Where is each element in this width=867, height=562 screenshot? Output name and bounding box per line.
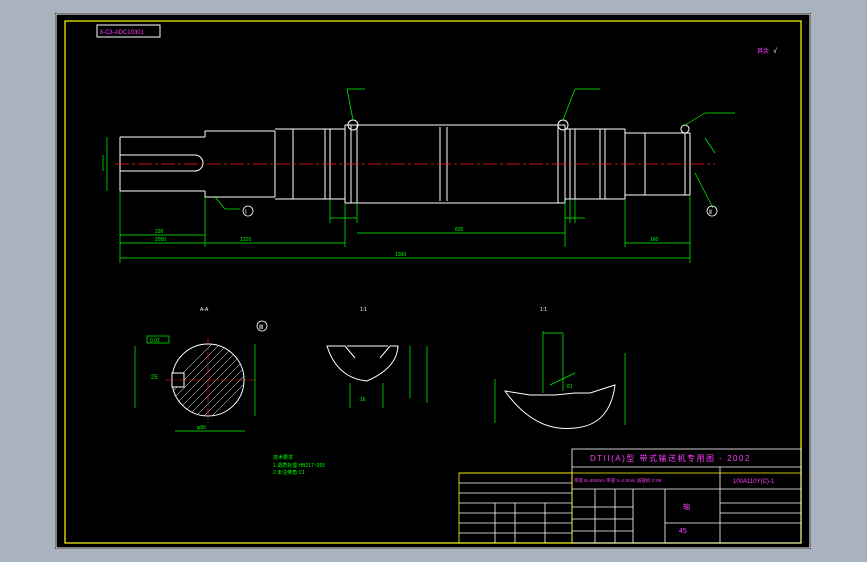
- section-b-view: [326, 345, 428, 408]
- dim-keyway-depth: 25: [151, 375, 158, 381]
- tech-title: 技术要求: [273, 454, 293, 461]
- drawing-border: [64, 20, 802, 544]
- dim-left-journal: 230: [155, 229, 164, 235]
- spec-line: 带宽 B=650mm 带速 V=2.0m/s 减速机 0.2M: [574, 477, 662, 484]
- product-title: DTII(A)型 带式输送机专用图 - 2002: [590, 453, 751, 463]
- datum-balloons: [242, 205, 718, 332]
- roughness-symbol: √: [773, 47, 777, 55]
- dimension-lines: [102, 88, 735, 263]
- section-b-title: 1:1: [360, 307, 367, 313]
- datum-3-label: Ⅲ: [259, 325, 263, 331]
- code-box-text: Ⅱ-C3-ADC10301: [100, 30, 145, 36]
- drawing-canvas: Ⅱ-C3-ADC10301 其余 √ Ⅰ Ⅱ Ⅲ 1300 1220 835 2…: [55, 13, 811, 549]
- keyway-tolerance: 0.02: [150, 338, 160, 344]
- dim-overall-length: 1300: [395, 252, 406, 258]
- part-material: 45: [679, 528, 687, 535]
- section-c-view: [494, 331, 626, 430]
- part-name: 轴: [683, 502, 690, 511]
- cad-viewport[interactable]: Ⅱ-C3-ADC10301 其余 √ Ⅰ Ⅱ Ⅲ 1300 1220 835 2…: [55, 13, 811, 549]
- tech-line-2: 2.未注倒角 C1: [273, 469, 305, 476]
- dim-total: 2050: [155, 237, 166, 243]
- dim-middle-span: 835: [455, 227, 464, 233]
- dim-left-span: 1220: [240, 237, 251, 243]
- outer-frame: [55, 13, 811, 549]
- section-c-title: 1:1: [540, 307, 547, 313]
- datum-2-label: Ⅱ: [709, 210, 712, 216]
- section-a-title: A-A: [200, 307, 209, 313]
- dim-section-a-dia: φ90: [197, 425, 206, 431]
- dim-right-end: 160: [650, 237, 659, 243]
- title-block: [458, 448, 802, 544]
- dim-groove-width: 16: [360, 397, 366, 403]
- tech-line-1: 1.调质处理 HB217~255: [273, 462, 325, 469]
- section-a-view: [134, 335, 256, 432]
- roughness-note: 其余: [757, 47, 769, 55]
- datum-1-label: Ⅰ: [245, 210, 247, 216]
- dim-section-c: 81: [567, 384, 573, 390]
- drawing-number: 100A110Y(C)-1: [733, 479, 775, 485]
- shaft-main-view: [119, 119, 691, 204]
